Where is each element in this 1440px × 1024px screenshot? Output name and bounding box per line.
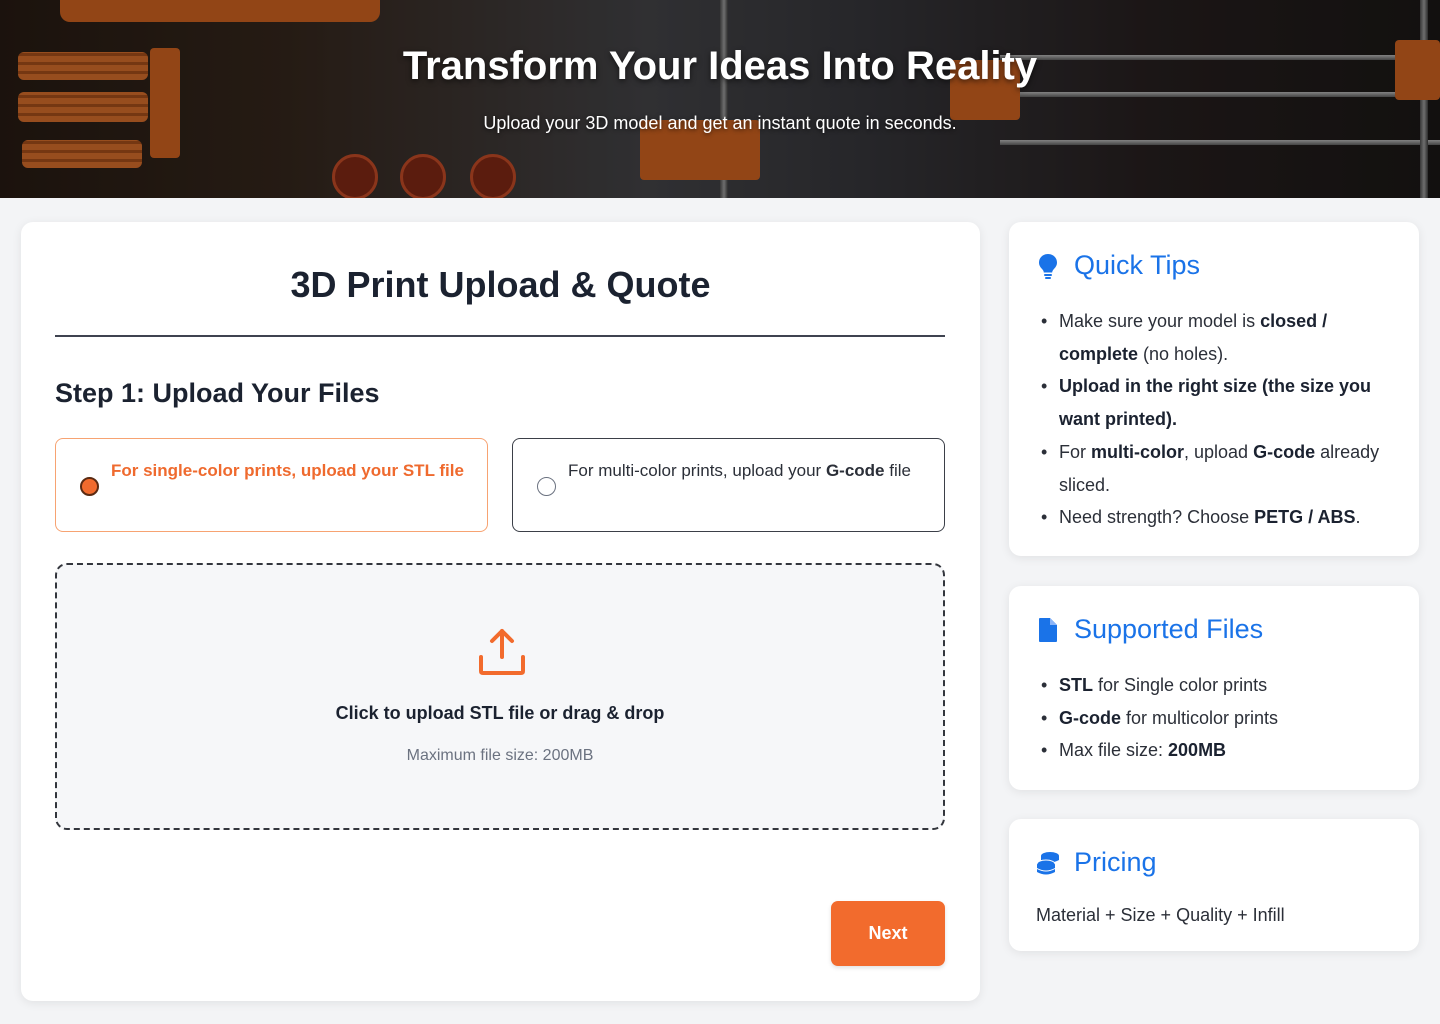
option-label-bold: G-code xyxy=(825,461,885,480)
list-item: Upload in the right size (the size you w… xyxy=(1041,370,1404,435)
hero-title: Transform Your Ideas Into Reality xyxy=(402,44,1038,88)
upload-card: 3D Print Upload & Quote Step 1: Upload Y… xyxy=(21,222,980,1001)
tip-bold: Upload in the right size (the size you w… xyxy=(1059,376,1372,430)
step-title: Step 1: Upload Your Files xyxy=(55,378,380,408)
file-icon xyxy=(1039,617,1057,642)
pricing-formula: Material + Size + Quality + Infill xyxy=(1036,905,1285,925)
supported-files-heading: Supported Files xyxy=(1036,614,1263,645)
hero-banner: Transform Your Ideas Into Reality Upload… xyxy=(0,0,1440,198)
tip-text: (no holes). xyxy=(1138,343,1229,364)
list-item: Make sure your model is closed / complet… xyxy=(1041,305,1404,370)
option-label: For single-color prints, upload your STL… xyxy=(111,461,464,480)
tip-text: , upload xyxy=(1184,441,1254,462)
option-label: For multi-color prints, upload your G-co… xyxy=(568,455,928,487)
option-label-pre: For multi-color prints, upload your xyxy=(568,461,826,480)
file-text: for Single color prints xyxy=(1093,675,1268,695)
pricing-card: Pricing Material + Size + Quality + Infi… xyxy=(1009,819,1419,951)
files-list: STL for Single color prints G-code for m… xyxy=(1041,669,1404,767)
title-divider xyxy=(55,335,945,337)
tip-text: For xyxy=(1059,441,1092,462)
pricing-heading: Pricing xyxy=(1036,847,1157,878)
option-label-post: file xyxy=(884,461,911,480)
dropzone-title: Click to upload STL file or drag & drop xyxy=(335,703,665,723)
supported-files-card: Supported Files STL for Single color pri… xyxy=(1009,586,1419,790)
option-single-color-stl[interactable]: For single-color prints, upload your STL… xyxy=(55,438,488,532)
next-button[interactable]: Next xyxy=(831,901,945,966)
dropzone-subtitle: Maximum file size: 200MB xyxy=(406,747,594,764)
tip-text: Need strength? Choose xyxy=(1059,507,1255,528)
quick-tips-title: Quick Tips xyxy=(1074,250,1201,280)
list-item: Max file size: 200MB xyxy=(1041,734,1404,767)
lightbulb-icon xyxy=(1039,253,1057,279)
list-item: STL for Single color prints xyxy=(1041,669,1404,702)
list-item: For multi-color, upload G-code already s… xyxy=(1041,436,1404,501)
upload-icon xyxy=(479,629,525,675)
tip-bold: multi-color xyxy=(1091,441,1185,462)
file-dropzone[interactable]: Click to upload STL file or drag & drop … xyxy=(55,563,945,830)
quick-tips-heading: Quick Tips xyxy=(1036,250,1200,281)
tip-text: Make sure your model is xyxy=(1059,311,1261,331)
file-text: Max file size: xyxy=(1059,740,1169,761)
file-text: for multicolor prints xyxy=(1121,707,1279,728)
pricing-title: Pricing xyxy=(1074,847,1157,877)
quick-tips-card: Quick Tips Make sure your model is close… xyxy=(1009,222,1419,556)
hero-overlay xyxy=(0,0,1440,198)
tip-text: . xyxy=(1355,507,1361,528)
tip-bold: PETG / ABS xyxy=(1254,507,1356,528)
tips-list: Make sure your model is closed / complet… xyxy=(1041,305,1404,534)
tip-bold: G-code xyxy=(1253,441,1316,462)
list-item: G-code for multicolor prints xyxy=(1041,702,1404,735)
radio-unselected[interactable] xyxy=(537,477,556,496)
hero-subtitle: Upload your 3D model and get an instant … xyxy=(483,113,957,133)
radio-selected[interactable] xyxy=(80,477,99,496)
page-title: 3D Print Upload & Quote xyxy=(290,264,711,305)
file-bold: G-code xyxy=(1059,707,1122,728)
file-bold: STL xyxy=(1059,675,1093,695)
list-item: Need strength? Choose PETG / ABS. xyxy=(1041,501,1404,534)
coins-icon xyxy=(1036,851,1059,874)
supported-files-title: Supported Files xyxy=(1074,614,1264,644)
option-multi-color-gcode[interactable]: For multi-color prints, upload your G-co… xyxy=(512,438,945,532)
file-bold: 200MB xyxy=(1168,740,1227,761)
